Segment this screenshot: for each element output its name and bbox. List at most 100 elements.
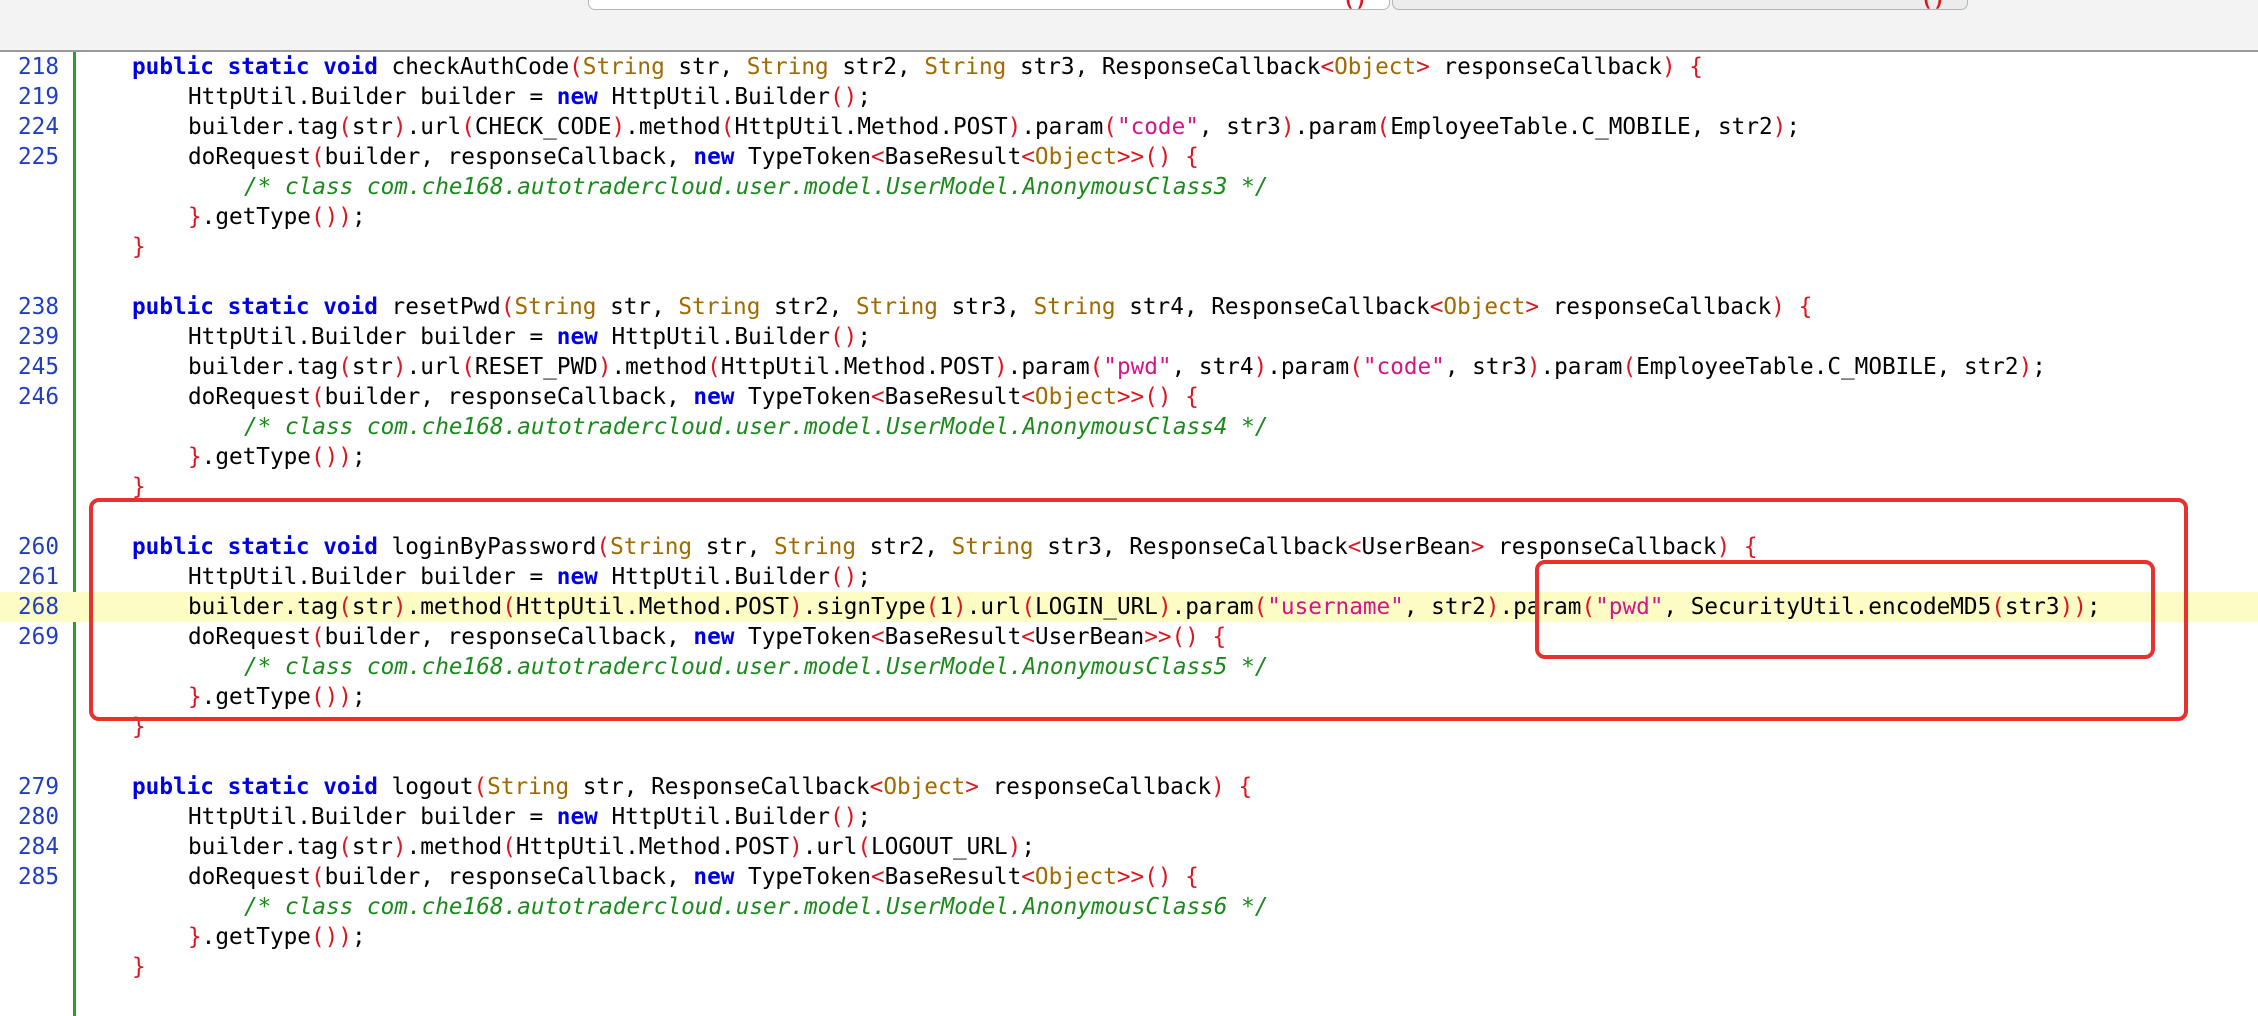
code-text: /* class com.che168.autotradercloud.user… xyxy=(244,892,1268,922)
code-token: ; xyxy=(1021,834,1035,860)
line-number[interactable]: 269 xyxy=(18,622,66,652)
code-token: < xyxy=(1021,384,1035,410)
code-token: ) xyxy=(1280,114,1295,140)
code-token: ( xyxy=(569,54,583,80)
code-line[interactable]: 239 HttpUtil.Builder builder = new HttpUt… xyxy=(0,322,2258,352)
code-editor[interactable]: 218 public static void checkAuthCode(Stri… xyxy=(0,52,2258,1016)
code-line[interactable] xyxy=(0,742,2258,772)
line-number[interactable]: 284 xyxy=(18,832,66,862)
code-token: builder.tag xyxy=(188,594,339,620)
close-icon[interactable]: () xyxy=(1921,0,1945,11)
code-line[interactable]: } xyxy=(0,712,2258,742)
line-number[interactable]: 224 xyxy=(18,112,66,142)
line-number[interactable]: 261 xyxy=(18,562,66,592)
code-line[interactable]: 280 HttpUtil.Builder builder = new HttpUt… xyxy=(0,802,2258,832)
code-line[interactable]: 268 builder.tag(str).method(HttpUtil.Meth… xyxy=(0,592,2258,622)
code-token: TypeToken xyxy=(734,384,871,410)
code-line[interactable]: }.getType()); xyxy=(0,682,2258,712)
code-token: String xyxy=(487,774,570,800)
code-token: .url xyxy=(406,114,462,140)
code-line[interactable]: }.getType()); xyxy=(0,442,2258,472)
code-line[interactable]: } xyxy=(0,232,2258,262)
code-line[interactable]: }.getType()); xyxy=(0,922,2258,952)
line-number[interactable]: 219 xyxy=(18,82,66,112)
close-icon[interactable]: () xyxy=(1343,0,1367,11)
code-line[interactable]: /* class com.che168.autotradercloud.user… xyxy=(0,892,2258,922)
code-line[interactable]: }.getType()); xyxy=(0,202,2258,232)
code-text: } xyxy=(132,712,146,742)
code-token: , SecurityUtil.encodeMD5 xyxy=(1663,594,1992,620)
code-line[interactable]: 284 builder.tag(str).method(HttpUtil.Meth… xyxy=(0,832,2258,862)
line-number[interactable]: 218 xyxy=(18,52,66,82)
code-line[interactable]: /* class com.che168.autotradercloud.user… xyxy=(0,652,2258,682)
code-line[interactable]: 261 HttpUtil.Builder builder = new HttpUt… xyxy=(0,562,2258,592)
code-line[interactable]: 279 public static void logout(String str,… xyxy=(0,772,2258,802)
editor-tab-1[interactable]: () xyxy=(588,0,1390,11)
code-line[interactable]: 269 doRequest(builder, responseCallback, … xyxy=(0,622,2258,652)
code-token: ) { xyxy=(1716,534,1758,560)
code-line[interactable]: } xyxy=(0,952,2258,982)
code-token: () xyxy=(830,324,858,350)
code-token: .url xyxy=(966,594,1022,620)
code-line[interactable]: 285 doRequest(builder, responseCallback, … xyxy=(0,862,2258,892)
code-token: < xyxy=(1021,864,1035,890)
code-token: ( xyxy=(310,144,325,170)
code-line[interactable]: 218 public static void checkAuthCode(Stri… xyxy=(0,52,2258,82)
code-text: /* class com.che168.autotradercloud.user… xyxy=(244,412,1268,442)
code-text: public static void loginByPassword(Strin… xyxy=(132,532,1758,562)
code-token: > xyxy=(1470,534,1485,560)
code-line[interactable]: 225 doRequest(builder, responseCallback, … xyxy=(0,142,2258,172)
code-line[interactable]: 238 public static void resetPwd(String st… xyxy=(0,292,2258,322)
code-line[interactable] xyxy=(0,262,2258,292)
code-token: HttpUtil.Builder xyxy=(597,324,830,350)
code-token: ; xyxy=(1786,114,1800,140)
line-number[interactable]: 260 xyxy=(18,532,66,562)
code-token: responseCallback xyxy=(1539,294,1772,320)
code-token: TypeToken xyxy=(734,144,871,170)
line-number[interactable]: 245 xyxy=(18,352,66,382)
line-number[interactable]: 280 xyxy=(18,802,66,832)
code-token: < xyxy=(870,384,885,410)
line-number[interactable]: 225 xyxy=(18,142,66,172)
code-token: new xyxy=(693,144,735,170)
code-token: < xyxy=(870,144,885,170)
code-line[interactable] xyxy=(0,502,2258,532)
code-token: ( xyxy=(1581,594,1596,620)
code-token: Object xyxy=(1034,384,1117,410)
code-viewer-window: () () 218 public static void checkAuthCod… xyxy=(0,0,2258,1016)
code-line[interactable]: 245 builder.tag(str).url(RESET_PWD).metho… xyxy=(0,352,2258,382)
code-token: ) xyxy=(1253,354,1268,380)
code-text: public static void resetPwd(String str, … xyxy=(132,292,1812,322)
code-line[interactable]: } xyxy=(0,472,2258,502)
code-token: < xyxy=(1429,294,1444,320)
code-line[interactable]: 260 public static void loginByPassword(St… xyxy=(0,532,2258,562)
code-token: ; xyxy=(351,444,366,470)
line-number[interactable]: 246 xyxy=(18,382,66,412)
code-token: ) xyxy=(611,114,626,140)
code-token: builder, responseCallback, xyxy=(324,144,694,170)
editor-tab-2[interactable]: () xyxy=(1392,0,1968,11)
line-number[interactable]: 268 xyxy=(18,592,66,622)
code-token: >>() { xyxy=(1116,864,1199,890)
line-number[interactable]: 238 xyxy=(18,292,66,322)
code-line[interactable]: /* class com.che168.autotradercloud.user… xyxy=(0,412,2258,442)
code-text: }.getType()); xyxy=(188,442,366,472)
line-number[interactable]: 285 xyxy=(18,862,66,892)
code-token: String xyxy=(746,54,829,80)
code-line[interactable]: /* class com.che168.autotradercloud.user… xyxy=(0,172,2258,202)
line-number[interactable]: 279 xyxy=(18,772,66,802)
code-token: ( xyxy=(1622,354,1637,380)
code-text: builder.tag(str).method(HttpUtil.Method.… xyxy=(188,592,2101,622)
code-token: ; xyxy=(351,684,366,710)
code-line[interactable]: 219 HttpUtil.Builder builder = new HttpUt… xyxy=(0,82,2258,112)
code-token: String xyxy=(856,294,938,320)
code-token: doRequest xyxy=(188,144,311,170)
code-line[interactable]: 246 doRequest(builder, responseCallback, … xyxy=(0,382,2258,412)
code-token: ) xyxy=(392,354,407,380)
code-line[interactable]: 224 builder.tag(str).url(CHECK_CODE).meth… xyxy=(0,112,2258,142)
code-token: ( xyxy=(461,354,475,380)
code-text: HttpUtil.Builder builder = new HttpUtil.… xyxy=(188,802,871,832)
line-number[interactable]: 239 xyxy=(18,322,66,352)
code-token: responseCallback xyxy=(978,774,1212,800)
code-token: ( xyxy=(473,774,488,800)
